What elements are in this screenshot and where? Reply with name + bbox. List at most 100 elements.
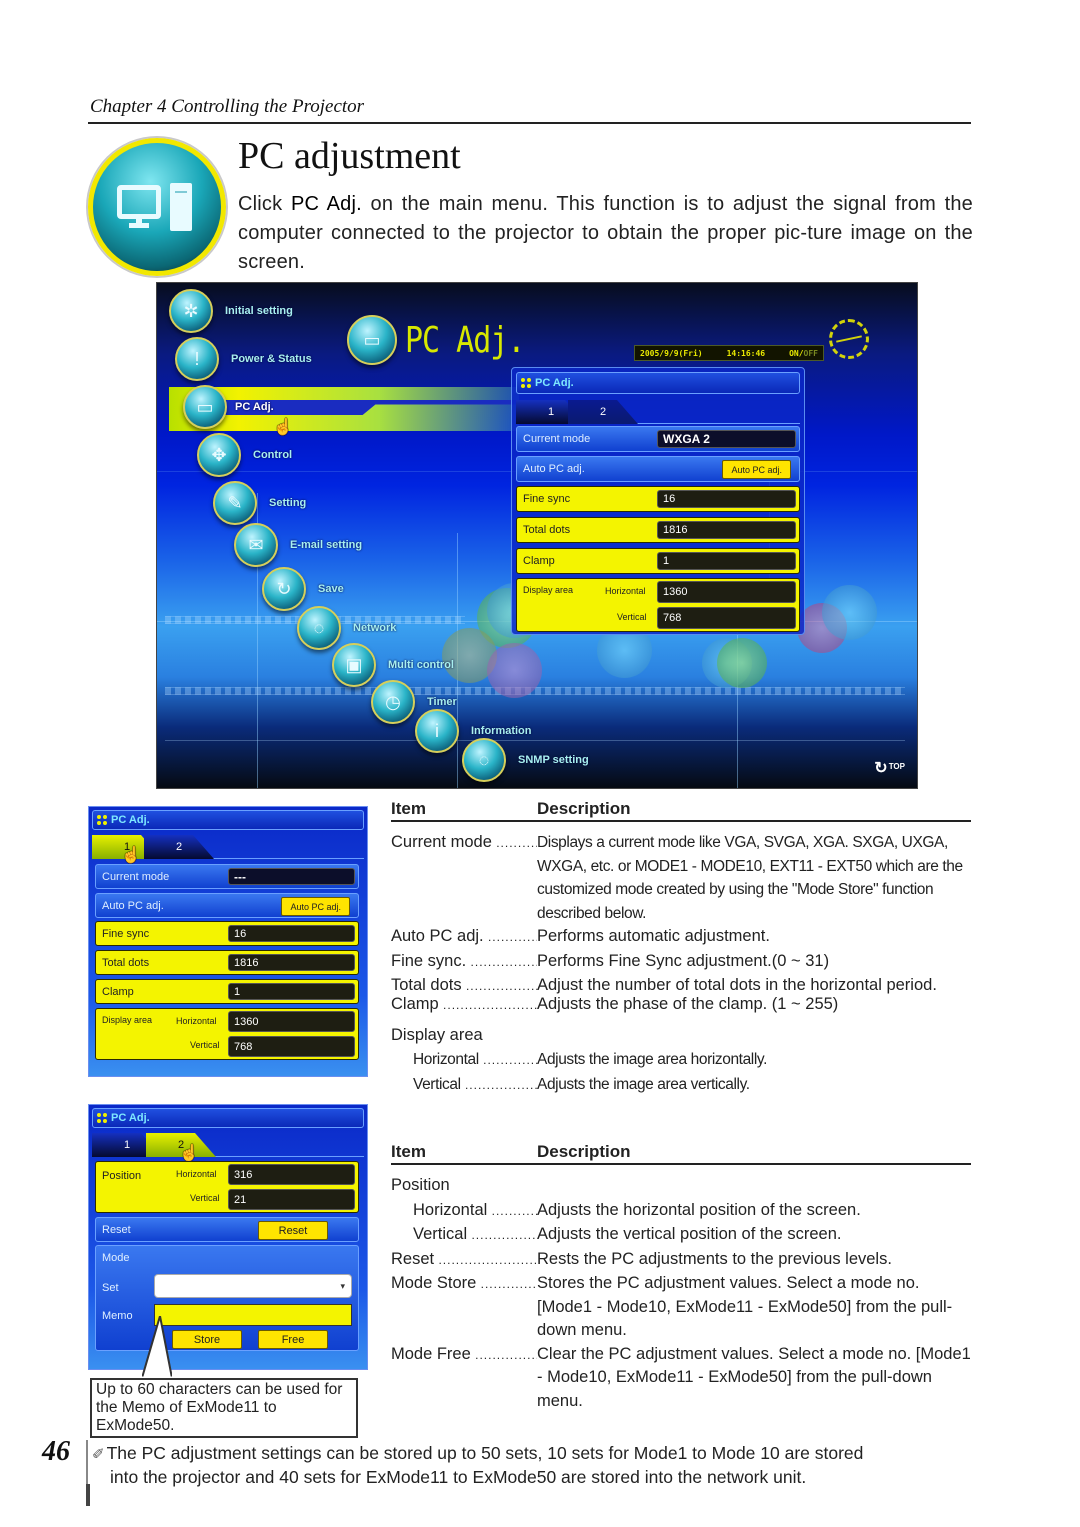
clamp-input[interactable]: 1: [657, 552, 796, 570]
reset-row: Reset Reset: [95, 1217, 359, 1242]
table-row: Current mode Displays a current mode lik…: [391, 831, 971, 925]
intro-text: Click: [238, 193, 291, 215]
nav-item-snmp-setting[interactable]: ◌ SNMP setting: [462, 738, 589, 782]
page-number: 46: [42, 1436, 70, 1467]
vertical-input[interactable]: 768: [657, 607, 796, 629]
row-definition: Displays a current mode like VGA, SVGA, …: [537, 834, 963, 922]
table-row: Mode Store Stores the PC adjustment valu…: [391, 1272, 971, 1343]
save-icon: ↻: [262, 567, 306, 611]
total-dots-label: Total dots: [523, 524, 571, 536]
nav-label: Save: [318, 583, 344, 595]
row-term: Auto PC adj.: [391, 925, 537, 950]
vertical-input[interactable]: 768: [228, 1036, 355, 1057]
clamp-row: Clamp 1: [95, 979, 359, 1004]
fine-sync-row: Fine sync 16: [516, 486, 800, 512]
table-row: Horizontal Adjusts the horizontal positi…: [391, 1199, 971, 1224]
nav-label: PC Adj.: [235, 401, 274, 413]
auto-pc-adj-button[interactable]: Auto PC adj.: [281, 897, 350, 916]
horizontal-input[interactable]: 1360: [657, 581, 796, 603]
nav-label: Control: [253, 449, 293, 461]
clamp-row: Clamp 1: [516, 548, 800, 574]
row-definition: Stores the PC adjustment values. Select …: [537, 1274, 953, 1339]
horizontal-input[interactable]: 1360: [228, 1011, 355, 1032]
total-dots-input[interactable]: 1816: [657, 521, 796, 539]
table-row: Vertical Adjusts the vertical position o…: [391, 1223, 971, 1248]
row-term: Reset: [391, 1248, 537, 1273]
nav-item-email-setting[interactable]: ✉ E-mail setting: [234, 523, 362, 567]
intro-menu-name: PC Adj.: [290, 193, 362, 215]
table-header: Item Description: [391, 1142, 971, 1165]
vertical-position-input[interactable]: 21: [228, 1189, 355, 1210]
row-term: Clamp: [391, 993, 537, 1018]
off-text: OFF: [803, 348, 818, 358]
chapter-divider: [88, 122, 971, 124]
description-table-2: Item Description Position Horizontal Adj…: [391, 1142, 971, 1413]
current-mode-row: Current mode WXGA 2: [516, 426, 800, 452]
memo-label: Memo: [102, 1310, 133, 1322]
free-button[interactable]: Free: [258, 1330, 328, 1349]
vertical-label: Vertical: [617, 612, 647, 622]
vertical-label: Vertical: [190, 1193, 220, 1203]
fine-sync-row: Fine sync 16: [95, 921, 359, 946]
clamp-input[interactable]: 1: [228, 983, 355, 1000]
callout-pointer: [142, 1316, 172, 1380]
nav-item-control[interactable]: ✥ Control: [197, 433, 292, 477]
row-definition: Rests the PC adjustments to the previous…: [537, 1249, 892, 1268]
time-text: 14:16:46: [726, 348, 766, 358]
mode-set-select[interactable]: ▾: [154, 1274, 352, 1298]
row-definition: Adjusts the horizontal position of the s…: [537, 1200, 861, 1219]
menu-dots-icon: [97, 1113, 107, 1123]
gear-icon: ✲: [169, 289, 213, 333]
reset-label: Reset: [102, 1223, 131, 1236]
nav-item-pc-adj[interactable]: ▭ PC Adj.: [183, 385, 274, 429]
pc-adj-screenshot: ✲ Initial setting ! Power & Status ▭ PC …: [156, 282, 918, 789]
top-button[interactable]: ↻ TOP: [874, 761, 905, 777]
intro-paragraph: Click PC Adj. on the main menu. This fun…: [238, 190, 973, 277]
row-term: Position: [391, 1176, 450, 1194]
fine-sync-input[interactable]: 16: [657, 490, 796, 508]
table-row: Reset Rests the PC adjustments to the pr…: [391, 1248, 971, 1273]
nav-item-setting[interactable]: ✎ Setting: [213, 481, 306, 525]
auto-pc-adj-label: Auto PC adj.: [523, 463, 585, 475]
total-dots-input[interactable]: 1816: [228, 954, 355, 971]
nav-label: Initial setting: [225, 305, 293, 317]
row-term: Vertical: [391, 1073, 537, 1098]
nav-label: SNMP setting: [518, 754, 589, 766]
horizontal-position-input[interactable]: 316: [228, 1164, 355, 1185]
page-title: PC adjustment: [238, 135, 461, 177]
tab-2[interactable]: 2: [568, 400, 638, 424]
table-row: Clamp Adjusts the phase of the clamp. (1…: [391, 993, 971, 1018]
pc-adj-logo: ▭ PC Adj.: [347, 315, 525, 365]
fine-sync-input[interactable]: 16: [228, 925, 355, 942]
column-header-item: Item: [391, 1142, 426, 1161]
nav-label: Information: [471, 725, 532, 737]
nav-label: Timer: [427, 696, 457, 708]
memo-input[interactable]: [154, 1304, 352, 1326]
fine-sync-label: Fine sync: [102, 927, 150, 940]
pc-icon: ▭: [183, 385, 227, 429]
current-mode-value: ---: [228, 868, 355, 885]
store-button[interactable]: Store: [172, 1330, 242, 1349]
nav-item-save[interactable]: ↻ Save: [262, 567, 344, 611]
row-term: Display area: [391, 1025, 483, 1044]
nav-label: Multi control: [388, 659, 454, 671]
snmp-icon: ◌: [462, 738, 506, 782]
vertical-label: Vertical: [190, 1040, 220, 1050]
nav-item-power-status[interactable]: ! Power & Status: [175, 337, 312, 381]
current-mode-label: Current mode: [102, 870, 170, 883]
current-mode-row: Current mode ---: [95, 864, 359, 889]
tab-2[interactable]: 2: [144, 835, 214, 859]
display-area-label: Display area: [102, 1015, 153, 1025]
memo-callout: Up to 60 characters can be used for the …: [90, 1378, 358, 1438]
row-definition: Performs Fine Sync adjustment.(0 ~ 31): [537, 951, 830, 970]
tab-2[interactable]: 2: [146, 1133, 216, 1157]
clock-icon: ◷: [371, 680, 415, 724]
tab-bar: 1 2: [516, 398, 800, 424]
reset-button[interactable]: Reset: [258, 1221, 328, 1240]
horizontal-label: Horizontal: [176, 1016, 217, 1026]
nav-item-initial-setting[interactable]: ✲ Initial setting: [169, 289, 293, 333]
auto-pc-adj-button[interactable]: Auto PC adj.: [722, 460, 791, 479]
footer-note: ✐ The PC adjustment settings can be store…: [92, 1442, 977, 1489]
menu-dots-icon: [97, 815, 107, 825]
description-table-1: Item Description Current mode Displays a…: [391, 799, 971, 1097]
